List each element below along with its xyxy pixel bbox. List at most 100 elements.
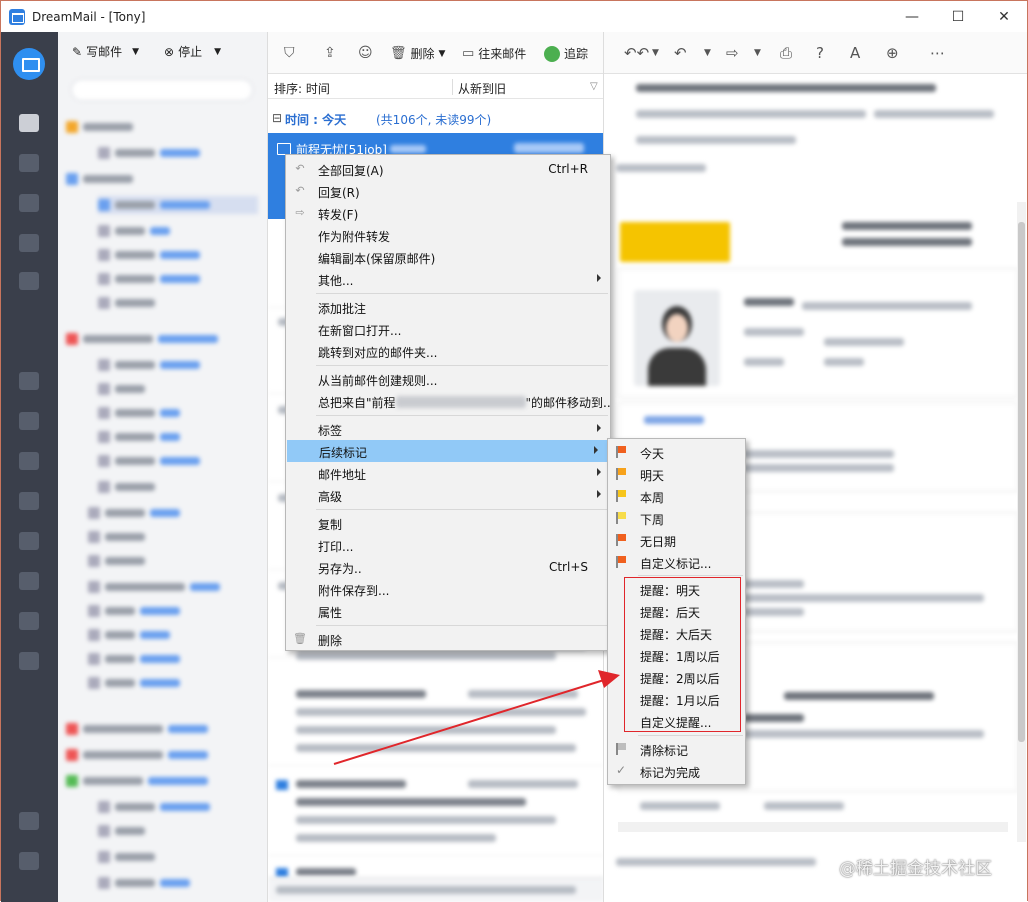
- menu-item-goto-folder[interactable]: 跳转到对应的邮件夹...: [286, 340, 610, 362]
- menu-label: 添加批注: [318, 302, 367, 316]
- chevron-down-icon[interactable]: ▼: [754, 48, 761, 58]
- translate-icon[interactable]: A: [850, 44, 860, 62]
- reply-all-icon: ↶: [295, 162, 305, 175]
- vertical-scrollbar[interactable]: [1017, 202, 1026, 842]
- menu-item-mail-address[interactable]: 邮件地址: [286, 462, 610, 484]
- compose-button[interactable]: ✎ 写邮件 ▼: [72, 43, 139, 60]
- chevron-down-icon[interactable]: ▽: [590, 81, 598, 92]
- calendar-nav-icon[interactable]: [19, 372, 39, 390]
- chevron-down-icon[interactable]: ▼: [704, 48, 711, 58]
- flag-today[interactable]: 今天: [608, 441, 745, 463]
- menu-label-suffix: "的邮件移动到..: [525, 396, 611, 410]
- reminder-one-month[interactable]: 提醒：1月以后: [608, 688, 745, 710]
- trash-icon: 🗑: [293, 632, 307, 645]
- print-icon[interactable]: ⎙: [780, 44, 792, 62]
- menu-label: 其他...: [318, 274, 354, 288]
- reply-icon[interactable]: ↶: [674, 44, 687, 62]
- reminder-one-week[interactable]: 提醒：1周以后: [608, 644, 745, 666]
- menu-item-copy[interactable]: 复制: [286, 512, 610, 534]
- contact-icon[interactable]: ☺: [358, 45, 373, 61]
- list-item[interactable]: [268, 680, 603, 766]
- menu-item-open-new-window[interactable]: 在新窗口打开...: [286, 318, 610, 340]
- menu-item-edit-copy[interactable]: 编辑副本(保留原邮件): [286, 246, 610, 268]
- minimize-button[interactable]: —: [889, 1, 935, 32]
- flag-icon: [616, 490, 626, 502]
- menu-item-properties[interactable]: 属性: [286, 600, 610, 622]
- attach-nav-icon[interactable]: [19, 572, 39, 590]
- menu-item-save-as[interactable]: 另存为.. Ctrl+S: [286, 556, 610, 578]
- menu-item-create-rule[interactable]: 从当前邮件创建规则...: [286, 368, 610, 390]
- sort-field[interactable]: 排序: 时间: [274, 80, 330, 97]
- stop-button[interactable]: ⊗ 停止 ▼: [164, 43, 221, 60]
- reminder-day-after[interactable]: 提醒：后天: [608, 600, 745, 622]
- collapse-icon[interactable]: ⊟: [272, 111, 282, 125]
- settings-nav-icon[interactable]: [19, 234, 39, 252]
- clear-flag[interactable]: 清除标记: [608, 738, 745, 760]
- cloud-nav-icon[interactable]: [19, 612, 39, 630]
- people-nav-icon[interactable]: [19, 194, 39, 212]
- link-nav-icon[interactable]: [19, 812, 39, 830]
- reminder-custom[interactable]: 自定义提醒...: [608, 710, 745, 732]
- sort-bar[interactable]: 排序: 时间 从新到旧 ▽: [268, 75, 603, 99]
- notes-nav-icon[interactable]: [19, 452, 39, 470]
- menu-item-save-attachments[interactable]: 附件保存到...: [286, 578, 610, 600]
- flag-next-week[interactable]: 下周: [608, 507, 745, 529]
- gear-nav-icon[interactable]: [19, 652, 39, 670]
- files-nav-icon[interactable]: [19, 532, 39, 550]
- menu-item-forward[interactable]: ⇨ 转发(F): [286, 202, 610, 224]
- close-button[interactable]: ✕: [981, 1, 1027, 32]
- menu-item-followup[interactable]: 后续标记: [287, 440, 607, 462]
- reminder-two-weeks[interactable]: 提醒：2周以后: [608, 666, 745, 688]
- inbox-nav-icon[interactable]: [19, 114, 39, 132]
- group-header[interactable]: ⊟ 时间 : 今天 (共106个, 未读99个): [268, 108, 603, 128]
- help-icon[interactable]: ?: [816, 44, 824, 62]
- menu-label: 删除: [318, 634, 343, 648]
- menu-item-forward-attachment[interactable]: 作为附件转发: [286, 224, 610, 246]
- menu-item-reply-all[interactable]: ↶ 全部回复(A) Ctrl+R: [286, 158, 610, 180]
- reading-toolbar: ↶↶ ▼ ↶ ▼ ⇨ ▼ ⎙ ? A ⊕ ⋯: [604, 32, 1027, 74]
- menu-label: 明天: [640, 469, 665, 483]
- filter-icon[interactable]: ⛉: [284, 45, 295, 61]
- menu-label: 提醒：1周以后: [640, 650, 720, 664]
- zoom-icon[interactable]: ⊕: [886, 44, 899, 62]
- stop-icon: ⊗: [164, 44, 175, 59]
- flag-no-date[interactable]: 无日期: [608, 529, 745, 551]
- sort-order[interactable]: 从新到旧: [458, 80, 506, 97]
- menu-item-advanced[interactable]: 高级: [286, 484, 610, 506]
- more-icon[interactable]: ⋯: [930, 44, 945, 62]
- upload-icon[interactable]: ⇪: [324, 45, 336, 61]
- search-nav-icon[interactable]: [19, 272, 39, 290]
- mail-home-icon[interactable]: [13, 48, 45, 80]
- title-bar: DreamMail - [Tony] — ☐ ✕: [1, 1, 1027, 32]
- list-item[interactable]: [268, 770, 603, 856]
- contacts-mail-button[interactable]: ▭ 往来邮件: [462, 45, 526, 62]
- scroll-thumb[interactable]: [1018, 222, 1025, 742]
- edit-nav-icon[interactable]: [19, 492, 39, 510]
- folder-search-input[interactable]: [71, 79, 253, 101]
- flag-tomorrow[interactable]: 明天: [608, 463, 745, 485]
- menu-label: 下周: [640, 513, 665, 527]
- reminder-three-days[interactable]: 提醒：大后天: [608, 622, 745, 644]
- forward-icon[interactable]: ⇨: [726, 44, 739, 62]
- menu-item-other[interactable]: 其他...: [286, 268, 610, 290]
- horizontal-scrollbar[interactable]: [618, 822, 1008, 832]
- contacts-nav-icon[interactable]: [19, 154, 39, 172]
- menu-item-add-note[interactable]: 添加批注: [286, 296, 610, 318]
- stop-label: 停止: [178, 45, 203, 59]
- menu-item-always-move[interactable]: 总把来自"前程 "的邮件移动到..: [286, 390, 611, 412]
- flag-custom[interactable]: 自定义标记...: [608, 551, 745, 573]
- chevron-down-icon[interactable]: ▼: [652, 48, 659, 58]
- tasks-nav-icon[interactable]: [19, 412, 39, 430]
- flag-this-week[interactable]: 本周: [608, 485, 745, 507]
- tools-nav-icon[interactable]: [19, 852, 39, 870]
- reminder-tomorrow[interactable]: 提醒：明天: [608, 578, 745, 600]
- track-button[interactable]: 追踪: [544, 45, 588, 62]
- delete-button[interactable]: 🗑 删除 ▼: [390, 45, 445, 62]
- mark-complete[interactable]: ✓ 标记为完成: [608, 760, 745, 782]
- menu-item-tags[interactable]: 标签: [286, 418, 610, 440]
- menu-item-reply[interactable]: ↶ 回复(R): [286, 180, 610, 202]
- maximize-button[interactable]: ☐: [935, 1, 981, 32]
- reply-all-icon[interactable]: ↶↶: [624, 44, 649, 62]
- menu-item-delete[interactable]: 🗑 删除: [286, 628, 610, 650]
- menu-item-print[interactable]: 打印...: [286, 534, 610, 556]
